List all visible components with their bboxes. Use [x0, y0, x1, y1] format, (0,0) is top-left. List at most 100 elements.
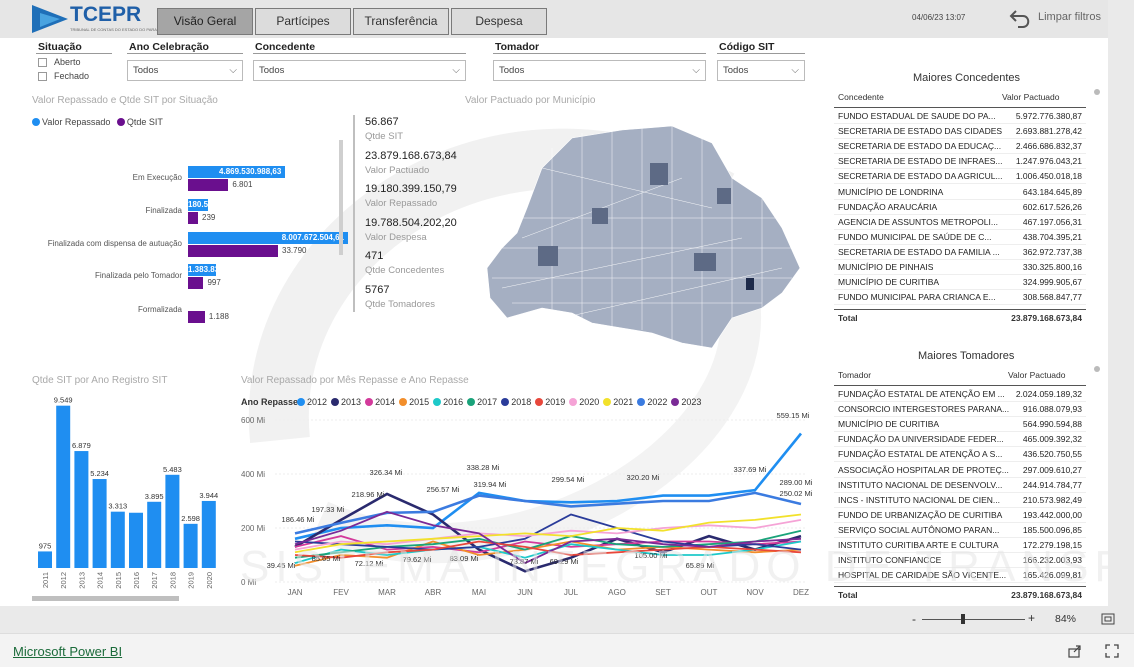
table-row[interactable]: AGENCIA DE ASSUNTOS METROPOLI... 467.197.… [834, 215, 1086, 230]
tab-participes[interactable]: Partícipes [255, 8, 351, 35]
table-row[interactable]: FUNDO DE URBANIZAÇÃO DE CURITIBA 193.442.… [834, 508, 1086, 523]
table-row[interactable]: ASSOCIAÇÃO HOSPITALAR DE PROTEÇ... 297.00… [834, 463, 1086, 478]
row-name: MUNICÍPIO DE CURITIBA [838, 277, 940, 288]
legend-item-2012[interactable]: 2012 [297, 397, 327, 407]
year-bar[interactable] [129, 512, 143, 568]
table-row[interactable]: SECRETARIA DE ESTADO DAS CIDADES 2.693.88… [834, 124, 1086, 140]
qtde-bar[interactable] [188, 212, 198, 224]
ano-chart-scrollbar[interactable] [32, 596, 179, 601]
legend-item-2023[interactable]: 2023 [671, 397, 701, 407]
table-row[interactable]: SECRETARIA DE ESTADO DE INFRAES... 1.247.… [834, 154, 1086, 170]
ano-dropdown[interactable]: Todos ⌵ [127, 60, 243, 81]
situacao-category-label: Em Execução [132, 173, 182, 182]
table-row[interactable]: CONSORCIO INTERGESTORES PARANA... 916.088… [834, 402, 1086, 418]
concedente-dropdown[interactable]: Todos ⌵ [253, 60, 466, 81]
tab-despesa[interactable]: Despesa [451, 8, 547, 35]
row-value: 2.466.686.832,37 [1015, 141, 1082, 152]
qtde-bar[interactable] [188, 245, 278, 257]
map-region [538, 246, 558, 266]
series-line-2012[interactable] [294, 432, 803, 541]
tomador-dropdown[interactable]: Todos ⌵ [493, 60, 706, 81]
table-row[interactable]: INSTITUTO NACIONAL DE DESENVOLV... 244.91… [834, 478, 1086, 493]
row-value: 602.617.526,26 [1022, 201, 1082, 212]
tab-transferencia[interactable]: Transferência [353, 8, 449, 35]
kpi-scrollbar[interactable] [339, 140, 343, 255]
timestamp: 04/06/23 13:07 [912, 13, 966, 22]
table-row[interactable]: FUNDO ESTADUAL DE SAUDE DO PA... 5.972.77… [834, 109, 1086, 124]
line-chart-title: Valor Repassado por Mês Repasse e Ano Re… [241, 375, 469, 386]
year-tick-label: 2014 [96, 572, 105, 589]
option-fechado[interactable]: Fechado [54, 71, 89, 81]
table-row[interactable]: SECRETARIA DE ESTADO DA EDUCAÇ... 2.466.6… [834, 139, 1086, 155]
year-bar[interactable] [92, 479, 107, 568]
table-row[interactable]: FUNDAÇÃO ESTATAL DE ATENÇÃO EM ... 2.024.… [834, 387, 1086, 402]
table-row[interactable]: FUNDAÇÃO DA UNIVERSIDADE FEDER... 465.009… [834, 432, 1086, 448]
table-row[interactable]: FUNDO MUNICIPAL PARA CRIANCA E... 308.568… [834, 290, 1086, 306]
table-row[interactable]: MUNICÍPIO DE CURITIBA 324.999.905,67 [834, 275, 1086, 291]
year-bar[interactable] [74, 451, 89, 568]
year-bar[interactable] [56, 405, 71, 568]
legend-item-2022[interactable]: 2022 [637, 397, 667, 407]
table-row[interactable]: FUNDAÇÃO ARAUCÁRIA 602.617.526,26 [834, 200, 1086, 215]
year-bar[interactable] [183, 523, 198, 568]
line-data-label: 559.15 Mi [777, 411, 810, 420]
legend-dot [569, 398, 578, 406]
share-icon[interactable] [1067, 643, 1083, 659]
qtde-data-label: 6.801 [232, 180, 253, 189]
fit-page-icon[interactable] [1101, 613, 1115, 625]
chevron-down-icon: ⌵ [229, 65, 237, 76]
parana-map[interactable] [482, 118, 802, 358]
legend-item-2020[interactable]: 2020 [569, 397, 599, 407]
codigo-dropdown[interactable]: Todos ⌵ [717, 60, 805, 81]
line-data-label: 319.94 Mi [474, 480, 507, 489]
legend-item-2016[interactable]: 2016 [433, 397, 463, 407]
table-row[interactable]: MUNICÍPIO DE PINHAIS 330.325.800,16 [834, 260, 1086, 275]
scrollbar-dot[interactable] [1094, 89, 1100, 95]
table-row[interactable]: MUNICÍPIO DE LONDRINA 643.184.645,89 [834, 185, 1086, 200]
option-aberto[interactable]: Aberto [54, 57, 81, 67]
checkbox-aberto[interactable] [38, 58, 47, 67]
year-bar[interactable] [110, 511, 125, 568]
power-bi-link[interactable]: Microsoft Power BI [13, 644, 122, 659]
legend-item-2015[interactable]: 2015 [399, 397, 429, 407]
slicer-line [253, 53, 466, 54]
ano-bar-chart: 975 2011 9.549 2012 6.879 2013 5.234 2014 3.313 2… [38, 396, 218, 589]
table-row[interactable]: FUNDAÇÃO ESTATAL DE ATENÇÃO A S... 436.52… [834, 447, 1086, 463]
report-canvas: TCEPR TRIBUNAL DE CONTAS DO ESTADO DO PA… [0, 0, 1108, 606]
tab-visao-geral[interactable]: Visão Geral [157, 8, 253, 35]
clear-filters-button[interactable]: Limpar filtros [1038, 11, 1101, 23]
table-row[interactable]: INCS - INSTITUTO NACIONAL DE CIEN... 210.… [834, 493, 1086, 508]
qtde-bar[interactable] [188, 179, 229, 191]
undo-icon[interactable] [1008, 5, 1034, 29]
table-row[interactable]: SECRETARIA DE ESTADO DA AGRICUL... 1.006.… [834, 169, 1086, 185]
year-bar[interactable] [165, 474, 180, 568]
table-row[interactable]: SECRETARIA DE ESTADO DA FAMILIA ... 362.9… [834, 245, 1086, 260]
qtde-bar[interactable] [188, 277, 204, 289]
zoom-level: 84% [1055, 613, 1077, 625]
year-bar[interactable] [147, 501, 162, 568]
row-name: SECRETARIA DE ESTADO DA FAMILIA ... [838, 246, 1000, 257]
legend-item-2021[interactable]: 2021 [603, 397, 633, 407]
scrollbar-dot[interactable] [1094, 366, 1100, 372]
legend-item-2014[interactable]: 2014 [365, 397, 395, 407]
zoom-out-button[interactable]: - [912, 612, 916, 626]
year-bar[interactable] [201, 500, 216, 568]
year-bar[interactable] [38, 551, 52, 568]
year-tick-label: 2020 [205, 572, 214, 589]
zoom-slider[interactable] [922, 619, 1025, 620]
table-row[interactable]: SERVIÇO SOCIAL AUTÔNOMO PARAN... 185.500.… [834, 523, 1086, 538]
legend-item-2017[interactable]: 2017 [467, 397, 497, 407]
legend-dot [671, 398, 680, 406]
qtde-bar[interactable] [188, 311, 205, 323]
zoom-in-button[interactable]: + [1028, 611, 1035, 625]
line-data-label: 326.34 Mi [370, 468, 403, 477]
table-row[interactable]: MUNICÍPIO DE CURITIBA 564.990.594,88 [834, 417, 1086, 433]
legend-item-2019[interactable]: 2019 [535, 397, 565, 407]
legend-item-2018[interactable]: 2018 [501, 397, 531, 407]
zoom-slider-thumb[interactable] [961, 614, 965, 624]
fullscreen-icon[interactable] [1104, 643, 1120, 659]
row-value: 1.006.450.018,18 [1015, 171, 1082, 182]
checkbox-fechado[interactable] [38, 72, 47, 81]
legend-item-2013[interactable]: 2013 [331, 397, 361, 407]
table-row[interactable]: FUNDO MUNICIPAL DE SAÚDE DE C... 438.704.… [834, 230, 1086, 245]
